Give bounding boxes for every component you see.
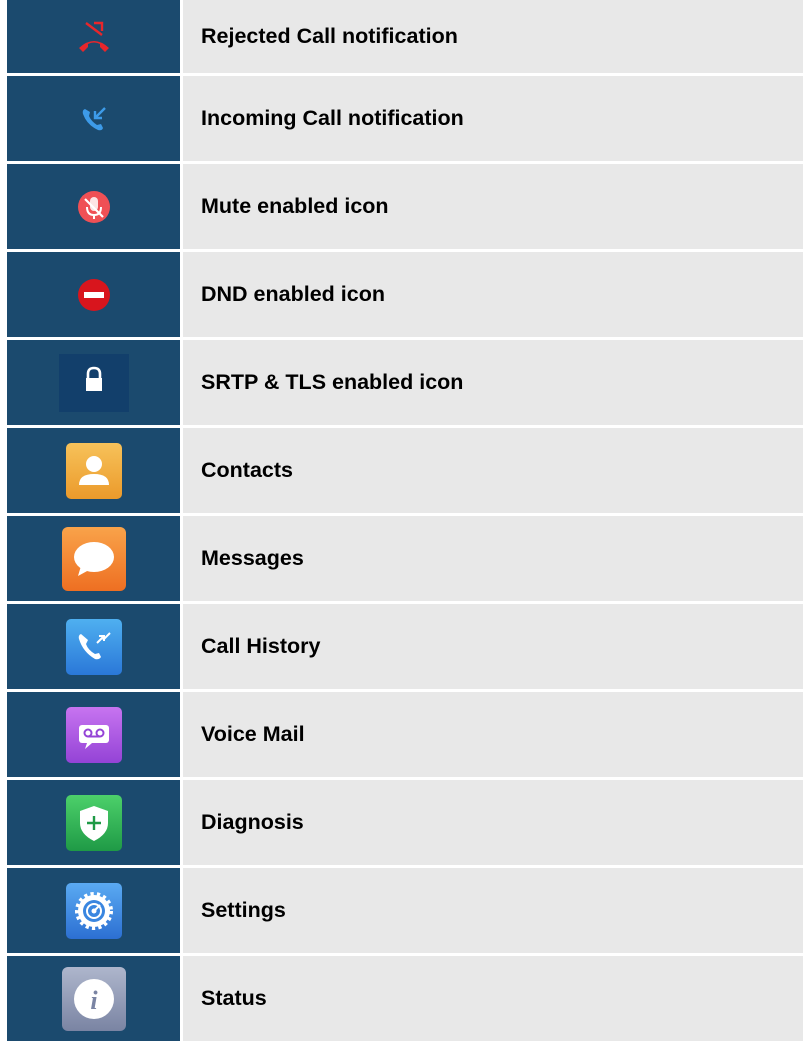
table-row: Call History xyxy=(7,603,804,691)
dnd-enabled-icon xyxy=(77,278,111,312)
row-label: Messages xyxy=(182,515,804,603)
icon-cell xyxy=(7,515,182,603)
icon-cell xyxy=(7,603,182,691)
incoming-call-icon xyxy=(81,106,107,132)
icon-cell xyxy=(7,779,182,867)
lock-icon xyxy=(59,354,129,412)
rejected-call-icon xyxy=(77,20,111,54)
settings-icon xyxy=(65,882,123,940)
table-row: Mute enabled icon xyxy=(7,163,804,251)
voice-mail-icon xyxy=(65,706,123,764)
table-row: i Status xyxy=(7,955,804,1043)
icon-cell xyxy=(7,339,182,427)
icon-cell: i xyxy=(7,955,182,1043)
icon-legend-table: Rejected Call notification Incoming Call… xyxy=(7,0,804,1044)
row-label: Diagnosis xyxy=(182,779,804,867)
table-row: Diagnosis xyxy=(7,779,804,867)
row-label: Settings xyxy=(182,867,804,955)
status-icon: i xyxy=(61,966,127,1032)
row-label: Voice Mail xyxy=(182,691,804,779)
svg-text:i: i xyxy=(90,986,98,1015)
row-label: DND enabled icon xyxy=(182,251,804,339)
table-row: Contacts xyxy=(7,427,804,515)
table-row: Rejected Call notification xyxy=(7,0,804,75)
table-row: DND enabled icon xyxy=(7,251,804,339)
icon-cell xyxy=(7,0,182,75)
row-label: SRTP & TLS enabled icon xyxy=(182,339,804,427)
row-label: Call History xyxy=(182,603,804,691)
row-label: Incoming Call notification xyxy=(182,75,804,163)
row-label: Mute enabled icon xyxy=(182,163,804,251)
table-row: SRTP & TLS enabled icon xyxy=(7,339,804,427)
diagnosis-icon xyxy=(65,794,123,852)
row-label: Status xyxy=(182,955,804,1043)
row-label: Contacts xyxy=(182,427,804,515)
table-row: Incoming Call notification xyxy=(7,75,804,163)
table-row: Voice Mail xyxy=(7,691,804,779)
icon-cell xyxy=(7,75,182,163)
messages-icon xyxy=(61,526,127,592)
mute-enabled-icon xyxy=(77,190,111,224)
call-history-icon xyxy=(65,618,123,676)
table-row: Messages xyxy=(7,515,804,603)
icon-cell xyxy=(7,163,182,251)
icon-cell xyxy=(7,251,182,339)
contacts-icon xyxy=(65,442,123,500)
icon-cell xyxy=(7,867,182,955)
row-label: Rejected Call notification xyxy=(182,0,804,75)
table-row: Settings xyxy=(7,867,804,955)
icon-cell xyxy=(7,427,182,515)
icon-cell xyxy=(7,691,182,779)
